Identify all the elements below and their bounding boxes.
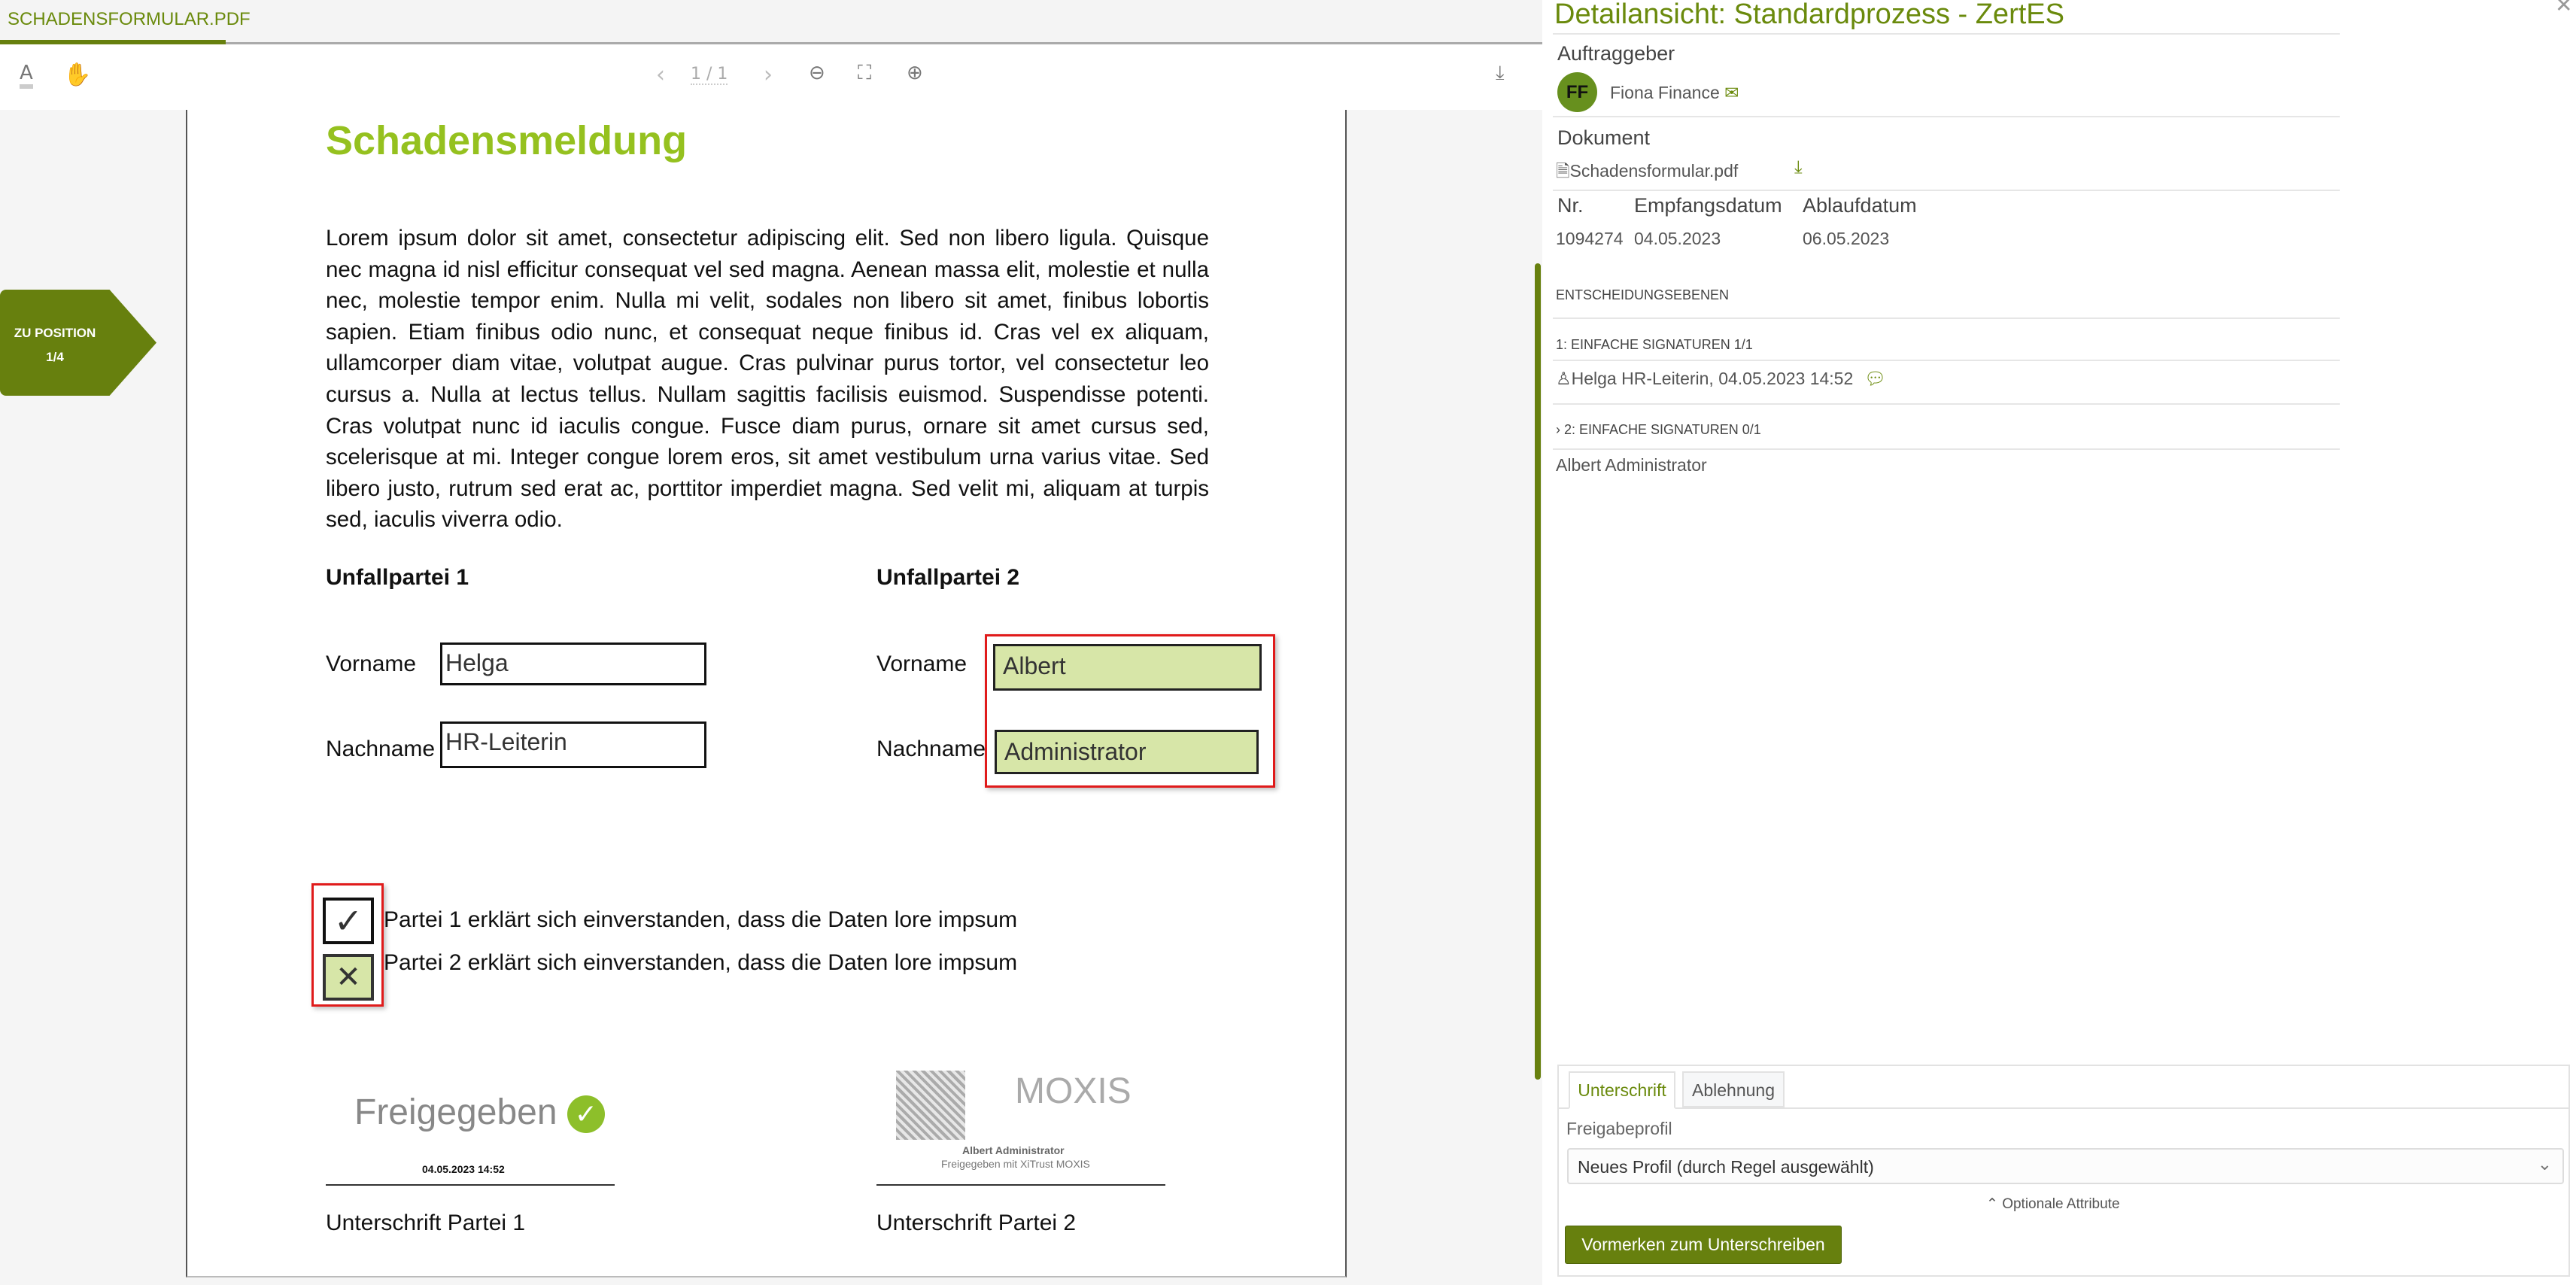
tab-schadensformular[interactable]: SCHADENSFORMULAR.PDF bbox=[0, 0, 251, 44]
check-circle-icon: ✓ bbox=[567, 1095, 605, 1134]
value-ablaufdatum: 06.05.2023 bbox=[1803, 229, 1890, 248]
party2-vorname-field[interactable]: Albert bbox=[993, 644, 1262, 691]
submit-sign-button[interactable]: Vormerken zum Unterschreiben bbox=[1565, 1226, 1842, 1264]
stamp-text: Freigegeben bbox=[354, 1092, 557, 1132]
panel-title: Detailansicht: Standardprozess - ZertES bbox=[1554, 0, 2064, 30]
party2-vorname-label: Vorname bbox=[876, 652, 968, 676]
zoom-out-icon[interactable]: ⊖ bbox=[809, 62, 825, 84]
signer-text: Helga HR-Leiterin, 04.05.2023 14:52 bbox=[1571, 369, 1854, 388]
checkbox-party2-label: Partei 2 erklärt sich einverstanden, das… bbox=[384, 950, 1018, 975]
divider bbox=[1553, 317, 2340, 319]
party1-vorname-field[interactable]: Helga bbox=[440, 642, 706, 685]
level2-heading: 2: EINFACHE SIGNATUREN 0/1 bbox=[1564, 422, 1761, 437]
col-nr: Nr. bbox=[1557, 194, 1584, 217]
moxis-logo: MOXIS bbox=[1015, 1071, 1132, 1111]
dokument-label: Dokument bbox=[1557, 126, 1651, 149]
divider bbox=[1553, 448, 2340, 450]
profile-label: Freigabeprofil bbox=[1566, 1119, 1672, 1138]
hand-tool-icon[interactable]: ✋ bbox=[63, 62, 91, 88]
chevron-down-icon: ⌄ bbox=[2537, 1154, 2552, 1174]
divider bbox=[1553, 403, 2340, 405]
party2-heading: Unfallpartei 2 bbox=[876, 565, 1020, 590]
download-icon[interactable]: ⤓ bbox=[1794, 157, 1803, 178]
sig2-label: Unterschrift Partei 2 bbox=[876, 1211, 1077, 1235]
party1-vorname-label: Vorname bbox=[326, 652, 417, 676]
checkbox-party1-label: Partei 1 erklärt sich einverstanden, das… bbox=[384, 907, 1018, 932]
divider bbox=[1553, 190, 2340, 191]
prev-page-icon[interactable]: ‹ bbox=[656, 62, 665, 88]
badge-label: ZU POSITION bbox=[14, 326, 96, 340]
pdf-file-icon: 🗎 bbox=[1556, 161, 1570, 181]
page-indicator[interactable]: 1 / 1 bbox=[691, 65, 728, 85]
document-link[interactable]: 🗎Schadensformular.pdf bbox=[1556, 159, 1738, 188]
party2-nachname-label: Nachname bbox=[876, 737, 986, 761]
sig1-date: 04.05.2023 14:52 bbox=[422, 1163, 505, 1175]
sig2-line bbox=[876, 1184, 1165, 1186]
mail-icon[interactable]: ✉ bbox=[1724, 83, 1739, 102]
qr-code bbox=[896, 1071, 965, 1140]
checkbox-party1[interactable]: ✓ bbox=[323, 898, 374, 944]
approved-stamp: Freigegeben ✓ bbox=[354, 1092, 605, 1134]
sig2-name: Albert Administrator bbox=[962, 1144, 1065, 1156]
levels-heading: ENTSCHEIDUNGSEBENEN bbox=[1556, 287, 1730, 302]
profile-select[interactable]: Neues Profil (durch Regel ausgewählt) ⌄ bbox=[1567, 1148, 2564, 1184]
party1-nachname-label: Nachname bbox=[326, 737, 436, 761]
party1-nachname-field[interactable]: HR-Leiterin bbox=[440, 721, 706, 768]
signer-icon: ♙ bbox=[1556, 369, 1572, 388]
level1-signer: ♙Helga HR-Leiterin, 04.05.2023 14:52 bbox=[1556, 369, 1853, 389]
optional-label: Optionale Attribute bbox=[2002, 1196, 2120, 1212]
download-icon[interactable]: ⤓ bbox=[1496, 62, 1505, 85]
tab-divider bbox=[1557, 1107, 2570, 1109]
pdf-toolbar: A ✋ ‹ 1 / 1 › ⊖ ⛶ ⊕ ⤓ bbox=[0, 47, 1542, 110]
doc-title: Schadensmeldung bbox=[326, 118, 688, 163]
divider bbox=[1553, 33, 2340, 35]
badge-count: 1/4 bbox=[46, 350, 64, 364]
level2-toggle[interactable]: › 2: EINFACHE SIGNATUREN 0/1 bbox=[1556, 422, 1761, 438]
requester-name: Fiona Finance ✉ bbox=[1610, 83, 1739, 103]
scrollbar[interactable] bbox=[1535, 263, 1541, 1080]
checkbox-party2[interactable]: ✕ bbox=[323, 954, 374, 1001]
level2-signer: Albert Administrator bbox=[1556, 455, 1707, 475]
profile-value: Neues Profil (durch Regel ausgewählt) bbox=[1578, 1157, 1874, 1177]
col-ablaufdatum: Ablaufdatum bbox=[1803, 194, 1917, 217]
text-select-icon[interactable]: A bbox=[20, 62, 33, 89]
tab-ablehnung[interactable]: Ablehnung bbox=[1682, 1071, 1785, 1107]
comment-icon[interactable]: 💬︎ bbox=[1864, 369, 1886, 389]
next-page-icon[interactable]: › bbox=[764, 62, 773, 88]
auftraggeber-label: Auftraggeber bbox=[1557, 42, 1675, 65]
pdf-page: Schadensmeldung Lorem ipsum dolor sit am… bbox=[186, 110, 1347, 1277]
tab-unterschrift[interactable]: Unterschrift bbox=[1569, 1071, 1675, 1109]
sig2-note: Freigegeben mit XiTrust MOXIS bbox=[941, 1158, 1090, 1170]
value-empfangsdatum: 04.05.2023 bbox=[1634, 229, 1721, 248]
requester-text: Fiona Finance bbox=[1610, 83, 1720, 102]
filename: Schadensformular.pdf bbox=[1569, 161, 1739, 181]
party1-heading: Unfallpartei 1 bbox=[326, 565, 469, 590]
value-nr: 1094274 bbox=[1556, 229, 1624, 248]
chevron-up-circle-icon: ⌃ bbox=[1986, 1196, 1998, 1212]
level1-heading: 1: EINFACHE SIGNATUREN 1/1 bbox=[1556, 337, 1753, 352]
close-icon[interactable]: ✕ bbox=[2555, 0, 2572, 17]
chevron-right-icon: › bbox=[1556, 422, 1560, 437]
col-empfangsdatum: Empfangsdatum bbox=[1634, 194, 1782, 217]
divider bbox=[1553, 360, 2340, 361]
zoom-in-icon[interactable]: ⊕ bbox=[907, 62, 923, 84]
avatar: FF bbox=[1557, 72, 1597, 112]
sig1-label: Unterschrift Partei 1 bbox=[326, 1211, 526, 1235]
optional-attributes-toggle[interactable]: ⌃ Optionale Attribute bbox=[1986, 1195, 2120, 1213]
sig1-line bbox=[326, 1184, 615, 1186]
doc-paragraph: Lorem ipsum dolor sit amet, consectetur … bbox=[326, 226, 1209, 533]
divider bbox=[1553, 116, 2340, 117]
party2-nachname-field[interactable]: Administrator bbox=[995, 730, 1259, 774]
fit-page-icon[interactable]: ⛶ bbox=[858, 62, 871, 85]
